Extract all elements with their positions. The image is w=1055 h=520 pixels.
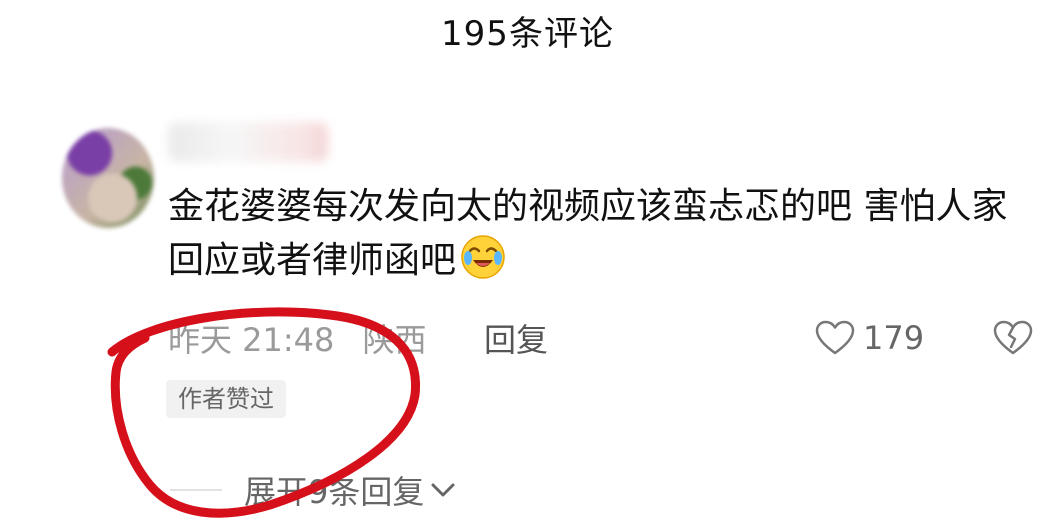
like-count: 179 [863,319,925,357]
avatar[interactable] [62,128,154,228]
comment-body: 金花婆婆每次发向太的视频应该蛮忐忑的吧 害怕人家回应或者律师函吧 [168,180,1028,288]
divider [170,489,222,491]
comment-text: 金花婆婆每次发向太的视频应该蛮忐忑的吧 害怕人家回应或者律师函吧 [168,186,1008,281]
crying-laughing-emoji-icon [461,235,505,279]
comment-panel: 195条评论 金花婆婆每次发向太的视频应该蛮忐忑的吧 害怕人家回应或者律师函吧 … [0,0,1055,520]
comment-location: 陕西 [362,321,427,359]
expand-replies-button[interactable]: 展开9条回复 [170,465,456,515]
reply-button[interactable]: 回复 [484,315,548,361]
username-blurred[interactable] [168,122,328,162]
dislike-button[interactable] [993,316,1033,360]
comment-meta: 昨天 21:48 陕西 [168,315,427,359]
author-liked-badge: 作者赞过 [166,380,286,418]
comments-count-title: 195条评论 [441,14,614,54]
like-button[interactable]: 179 [815,316,924,360]
chevron-down-icon [431,483,455,497]
comment-time: 昨天 21:48 [168,321,335,359]
broken-heart-icon [993,320,1033,355]
heart-icon [815,320,855,355]
expand-replies-label: 展开9条回复 [244,473,425,511]
